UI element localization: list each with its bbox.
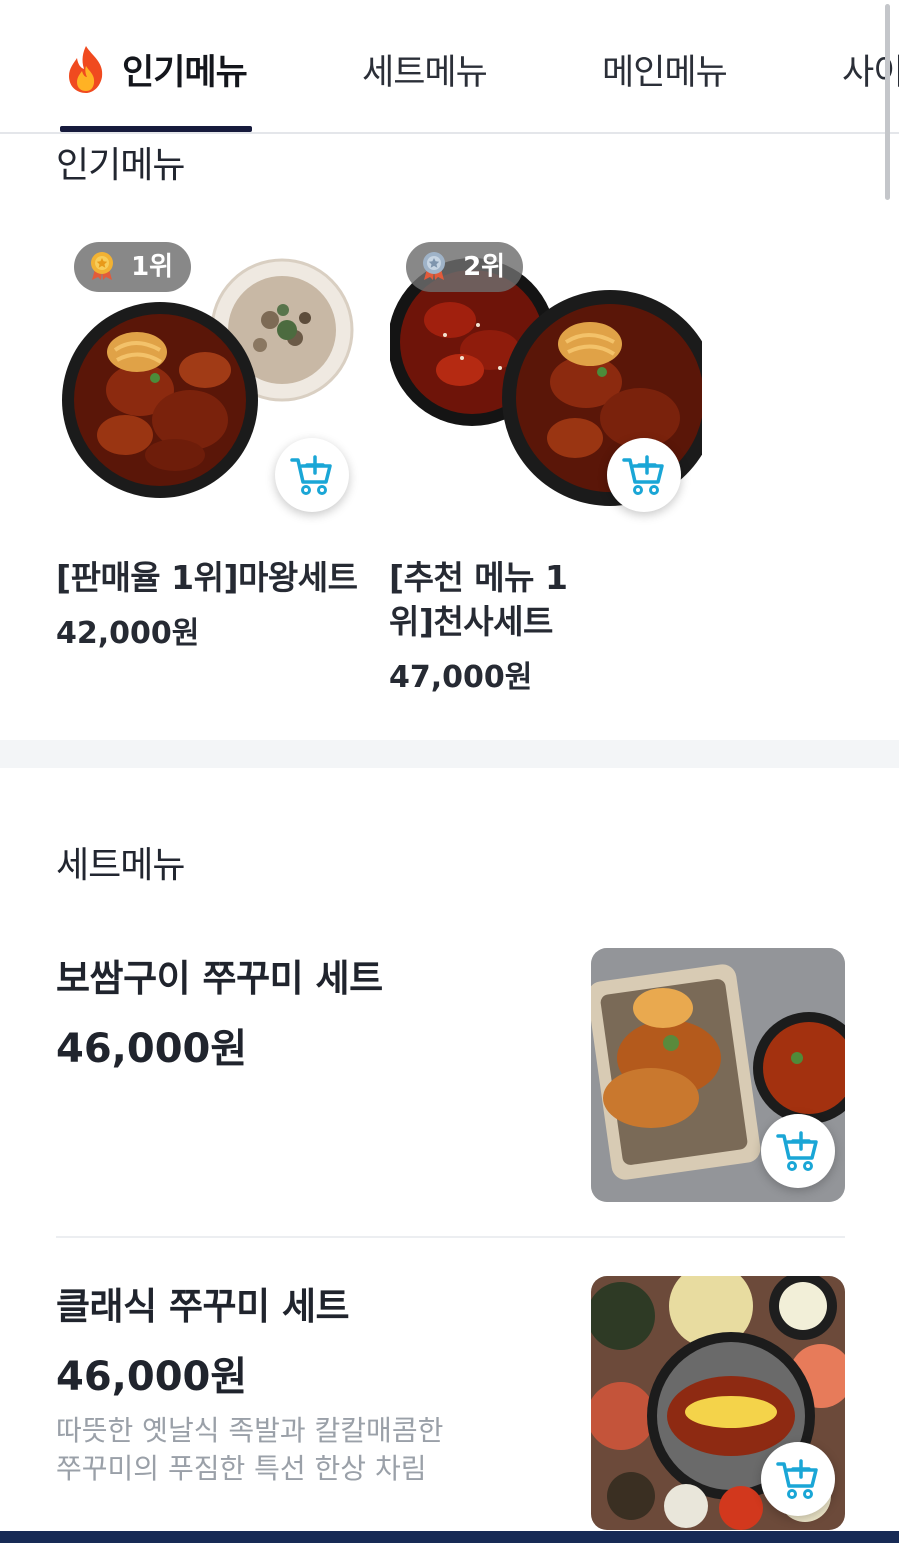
- popular-item-2-name-line1: [추천 메뉴 1: [389, 558, 568, 597]
- tab-popular[interactable]: 인기메뉴: [122, 44, 248, 95]
- set-item-1-name: 보쌈구이 쭈꾸미 세트: [56, 957, 383, 1000]
- cart-add-icon: [776, 1131, 818, 1171]
- set-item-2-name: 클래식 쭈꾸미 세트: [56, 1285, 350, 1328]
- popular-item-2-name-line2: 위]천사세트: [389, 602, 553, 641]
- tab-set-menu[interactable]: 세트메뉴: [362, 44, 488, 95]
- tab-main-menu[interactable]: 메인메뉴: [602, 44, 728, 95]
- scrollbar[interactable]: [885, 4, 890, 200]
- rank-badge-2-label: 2위: [463, 252, 506, 282]
- silver-medal-icon: [423, 251, 445, 280]
- cart-add-icon: [622, 455, 664, 495]
- set-item-2-desc-line1: 따뜻한 옛날식 족발과 칼칼매콤한: [56, 1414, 444, 1447]
- popular-item-2-price: 47,000원: [389, 660, 533, 695]
- set-item-1-price: 46,000원: [56, 1026, 248, 1072]
- popular-item-1-price: 42,000원: [56, 616, 200, 651]
- rank-badge-2: 2위: [406, 242, 524, 292]
- popular-section-title: 인기메뉴: [56, 145, 185, 186]
- bottom-bar: [0, 1531, 899, 1543]
- category-tab-bar: 인기메뉴 세트메뉴 메인메뉴 사이: [0, 0, 899, 134]
- cart-add-icon: [290, 455, 332, 495]
- add-to-cart-button-set-1[interactable]: [761, 1114, 835, 1188]
- add-to-cart-button-popular-1[interactable]: [275, 438, 349, 512]
- rank-badge-1-label: 1위: [131, 252, 174, 282]
- add-to-cart-button-popular-2[interactable]: [607, 438, 681, 512]
- section-divider: [0, 740, 899, 768]
- flame-icon: [69, 46, 103, 93]
- add-to-cart-button-set-2[interactable]: [761, 1442, 835, 1516]
- gold-medal-icon: [91, 251, 113, 280]
- tab-side-menu[interactable]: 사이: [842, 44, 899, 95]
- row-divider: [56, 1236, 845, 1238]
- active-tab-indicator: [60, 126, 252, 132]
- popular-item-1-name: [판매율 1위]마왕세트: [56, 558, 358, 597]
- rank-badge-1: 1위: [74, 242, 192, 292]
- set-menu-section-title: 세트메뉴: [56, 845, 185, 886]
- set-item-2-desc-line2: 쭈꾸미의 푸짐한 특선 한상 차림: [56, 1452, 427, 1485]
- cart-add-icon: [776, 1459, 818, 1499]
- set-item-2-price: 46,000원: [56, 1354, 248, 1400]
